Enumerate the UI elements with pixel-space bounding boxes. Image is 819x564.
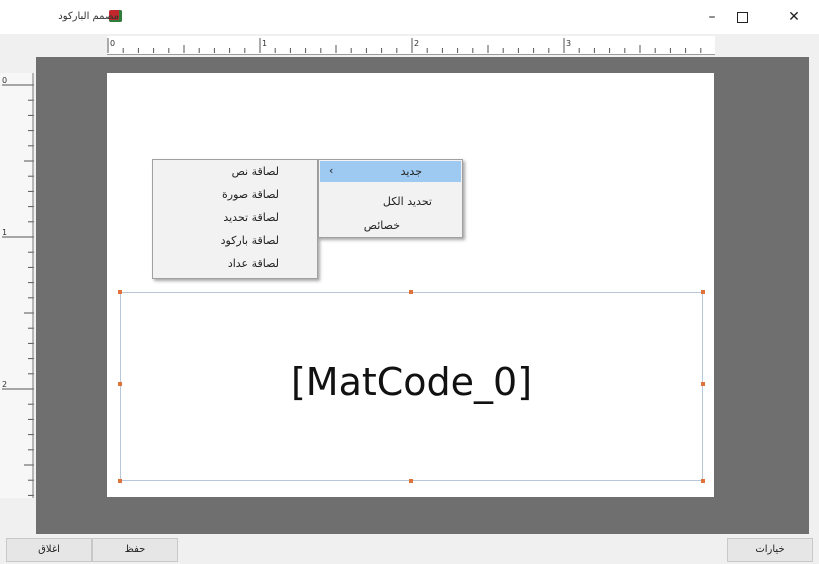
window-title: مصمم الباركود xyxy=(58,11,119,22)
menu-item-image-label[interactable]: لصاقة صورة xyxy=(222,185,279,205)
maximize-button[interactable] xyxy=(725,6,759,28)
minimize-icon: – xyxy=(708,9,716,25)
menu-item-new[interactable]: جديد xyxy=(401,162,422,182)
minimize-button[interactable]: – xyxy=(695,6,729,28)
new-submenu: لصاقة نص لصاقة صورة لصاقة تحديد لصاقة با… xyxy=(152,159,318,279)
title-bar: مصمم الباركود – ✕ xyxy=(0,0,819,34)
menu-highlight xyxy=(320,161,461,182)
resize-handle-bottom-left[interactable] xyxy=(118,479,122,483)
ruler-label: 0 xyxy=(110,39,115,48)
ruler-label: 2 xyxy=(2,380,7,389)
ruler-label: 1 xyxy=(262,39,267,48)
menu-item-barcode-label[interactable]: لصاقة باركود xyxy=(221,231,279,251)
ruler-label: 3 xyxy=(566,39,571,48)
options-button[interactable]: خيارات xyxy=(727,538,813,562)
menu-item-counter-label[interactable]: لصاقة عداد xyxy=(228,254,279,274)
submenu-arrow-icon: › xyxy=(329,164,334,177)
close-window-button[interactable]: ✕ xyxy=(777,6,811,28)
close-button[interactable]: اغلاق xyxy=(6,538,92,562)
ruler-label: 2 xyxy=(414,39,419,48)
horizontal-ruler-scale: 0 1 2 3 xyxy=(107,38,702,53)
barcode-field-text: [MatCode_0] xyxy=(290,360,533,404)
vertical-ruler-scale: 0 1 2 xyxy=(2,73,34,498)
resize-handle-top-center[interactable] xyxy=(409,290,413,294)
resize-handle-bottom-right[interactable] xyxy=(701,479,705,483)
menu-item-selection-label[interactable]: لصاقة تحديد xyxy=(223,208,279,228)
close-icon: ✕ xyxy=(788,9,800,25)
ruler-label: 1 xyxy=(2,228,7,237)
vertical-ruler: 0 1 2 xyxy=(0,73,34,498)
resize-handle-top-right[interactable] xyxy=(701,290,705,294)
context-menu: جديد › تحديد الكل خصائص xyxy=(318,159,463,238)
menu-item-select-all[interactable]: تحديد الكل xyxy=(383,192,432,212)
resize-handle-bottom-center[interactable] xyxy=(409,479,413,483)
maximize-icon xyxy=(736,11,748,23)
ruler-label: 0 xyxy=(2,76,7,85)
save-button[interactable]: حفظ xyxy=(92,538,178,562)
resize-handle-top-left[interactable] xyxy=(118,290,122,294)
horizontal-ruler: 0 1 2 3 xyxy=(107,36,715,55)
menu-item-properties[interactable]: خصائص xyxy=(364,216,400,236)
menu-item-text-label[interactable]: لصاقة نص xyxy=(232,162,279,182)
